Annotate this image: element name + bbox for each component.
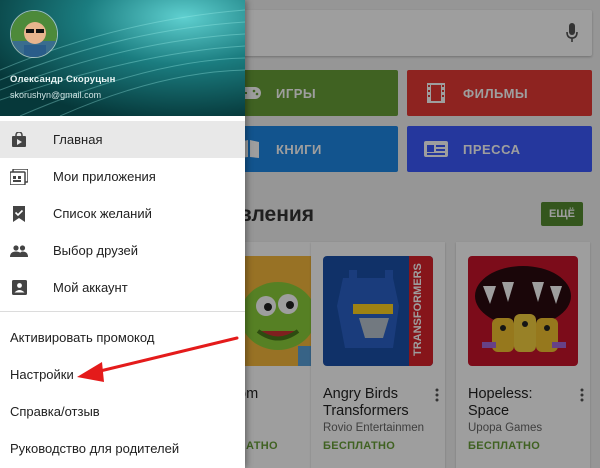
- nav-item-home[interactable]: Главная: [0, 121, 245, 158]
- navigation-drawer: Олександр Скоруцын skorushyn@gmail.com Г…: [0, 0, 245, 468]
- people-icon: [10, 242, 28, 260]
- nav-item-friends[interactable]: Выбор друзей: [0, 232, 245, 269]
- store-bag-icon: [10, 131, 28, 149]
- nav-item-label: Список желаний: [53, 206, 152, 221]
- settings-item[interactable]: Настройки: [10, 367, 74, 382]
- account-icon: [10, 279, 28, 297]
- account-email: skorushyn@gmail.com: [10, 90, 102, 100]
- nav-item-my-account[interactable]: Мой аккаунт: [0, 269, 245, 306]
- avatar[interactable]: [10, 10, 58, 58]
- bookmark-icon: [10, 205, 28, 223]
- nav-item-label: Мой аккаунт: [53, 280, 128, 295]
- nav-item-label: Мои приложения: [53, 169, 156, 184]
- account-name: Олександр Скоруцын: [10, 74, 116, 85]
- nav-item-wishlist[interactable]: Список желаний: [0, 195, 245, 232]
- my-apps-icon: [10, 168, 28, 186]
- nav-item-my-apps[interactable]: Мои приложения: [0, 158, 245, 195]
- redeem-promo-item[interactable]: Активировать промокод: [10, 330, 154, 345]
- nav-item-label: Главная: [53, 132, 103, 147]
- drawer-divider: [0, 311, 245, 312]
- help-feedback-item[interactable]: Справка/отзыв: [10, 404, 100, 419]
- nav-item-label: Выбор друзей: [53, 243, 139, 258]
- parent-guide-item[interactable]: Руководство для родителей: [10, 441, 179, 456]
- account-header[interactable]: Олександр Скоруцын skorushyn@gmail.com: [0, 0, 245, 116]
